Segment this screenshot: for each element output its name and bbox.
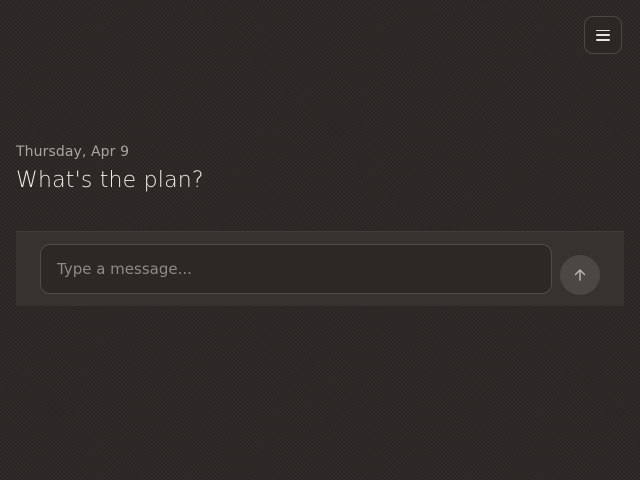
date-label: Thursday, Apr 9 (16, 144, 130, 160)
menu-button[interactable] (584, 16, 622, 54)
hamburger-menu-icon (596, 29, 610, 41)
message-composer (16, 231, 624, 306)
page-title: What's the plan? (16, 168, 204, 193)
send-button[interactable] (560, 255, 600, 295)
arrow-up-icon (574, 269, 586, 281)
message-input[interactable] (40, 244, 552, 294)
